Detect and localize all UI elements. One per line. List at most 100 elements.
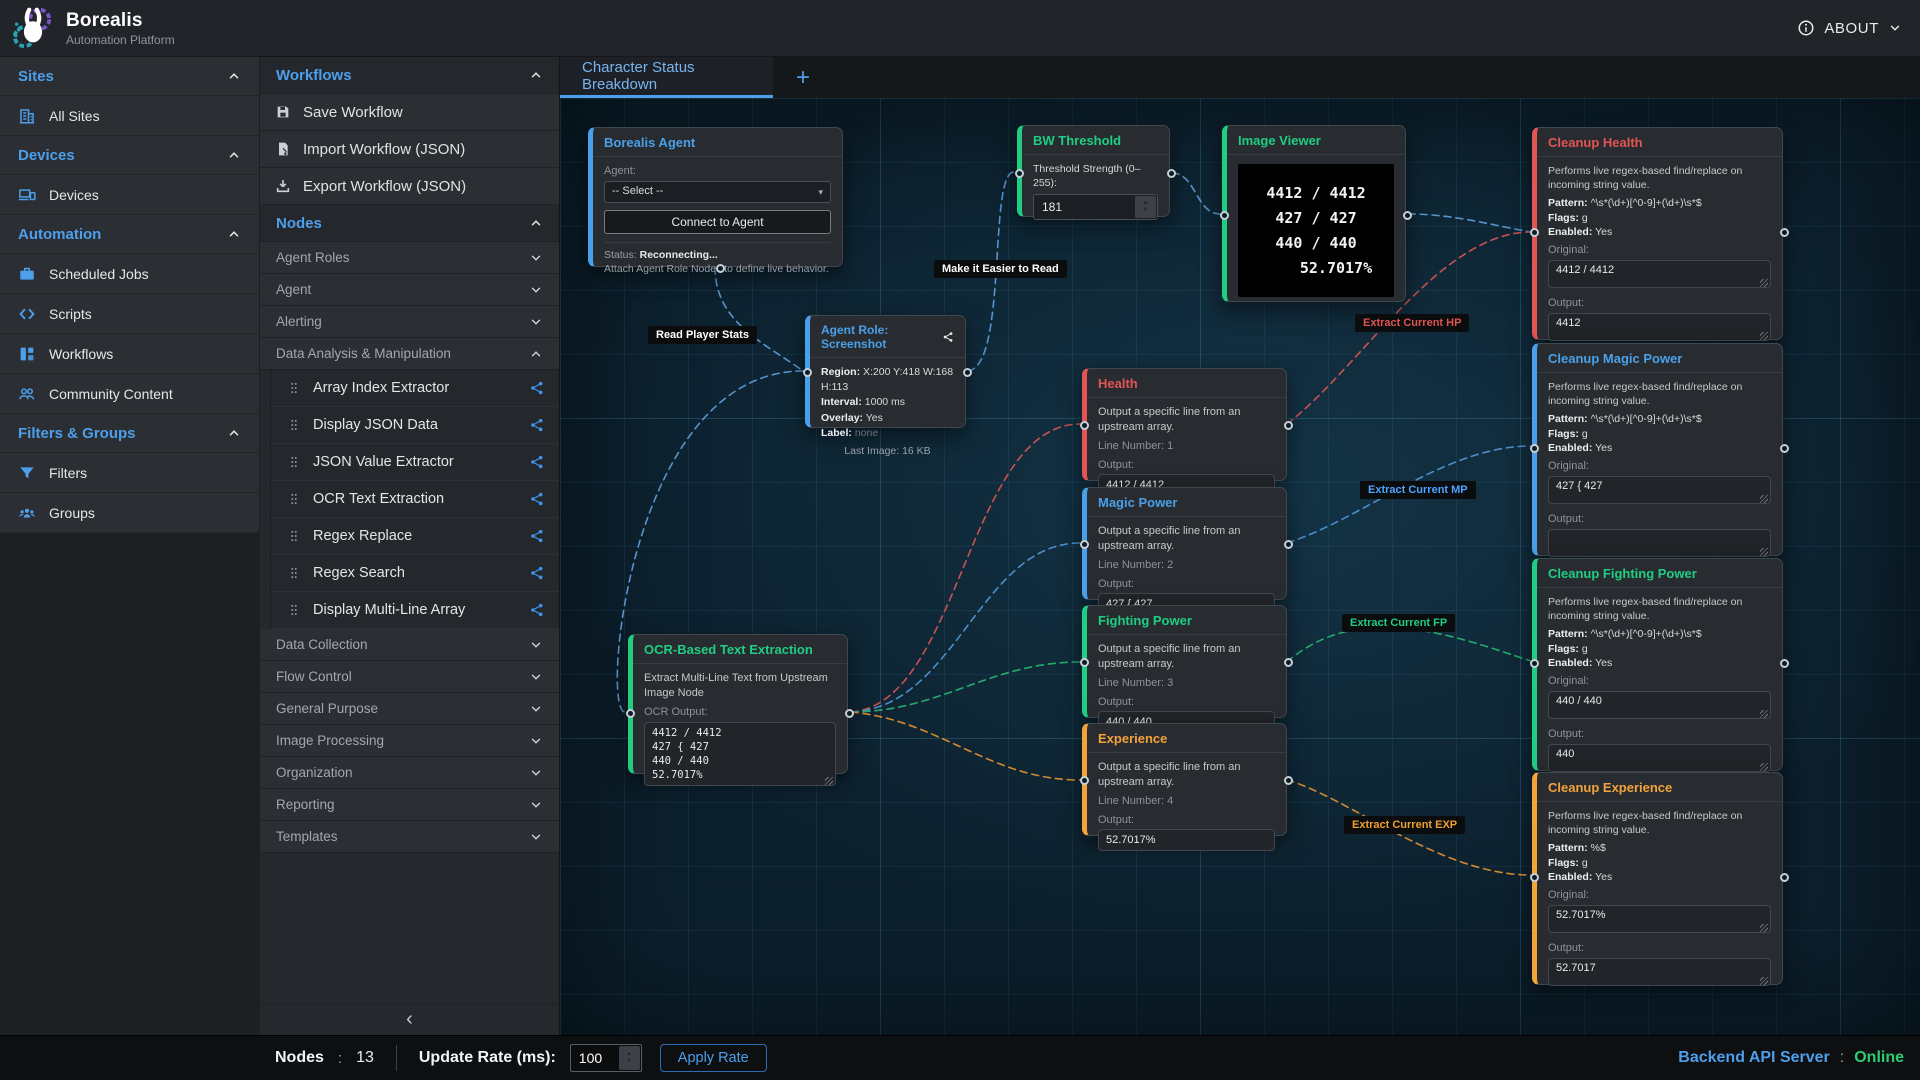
input-port[interactable]	[1530, 444, 1539, 453]
output-port[interactable]	[1167, 169, 1176, 178]
node-category-templates[interactable]: Templates	[260, 821, 559, 853]
output-port[interactable]	[1780, 444, 1789, 453]
input-port[interactable]	[1530, 659, 1539, 668]
node-magic-power[interactable]: Magic Power Output a specific line from …	[1082, 487, 1287, 600]
original-textarea[interactable]: 427 { 427	[1548, 476, 1771, 504]
drag-handle-icon[interactable]	[287, 381, 301, 395]
node-cleanup-experience[interactable]: Cleanup Experience Performs live regex-b…	[1532, 772, 1783, 985]
original-textarea[interactable]: 4412 / 4412	[1548, 260, 1771, 288]
output-port[interactable]	[716, 264, 725, 273]
node-health[interactable]: Health Output a specific line from an up…	[1082, 368, 1287, 481]
output-textarea[interactable]: 4412	[1548, 313, 1771, 341]
drag-handle-icon[interactable]	[287, 418, 301, 432]
input-port[interactable]	[626, 709, 635, 718]
node-agent-role-screenshot[interactable]: Agent Role: Screenshot Region: X:200 Y:4…	[805, 315, 966, 428]
node-image-viewer[interactable]: Image Viewer 4412 / 4412 427 / 427 440 /…	[1222, 125, 1406, 302]
original-textarea[interactable]: 52.7017%	[1548, 905, 1771, 933]
input-port[interactable]	[1530, 873, 1539, 882]
input-port[interactable]	[1220, 211, 1229, 220]
output-textarea[interactable]: 440	[1548, 744, 1771, 772]
tab-character-status-breakdown[interactable]: Character Status Breakdown	[560, 57, 773, 98]
output-textarea[interactable]	[1548, 529, 1771, 557]
resize-handle-icon[interactable]	[825, 777, 833, 785]
node-item-regex-replace[interactable]: Regex Replace	[271, 518, 559, 555]
drag-handle-icon[interactable]	[287, 455, 301, 469]
node-category-alerting[interactable]: Alerting	[260, 306, 559, 338]
sidebar-item-devices[interactable]: Devices	[0, 175, 259, 215]
output-value-input[interactable]	[1098, 829, 1275, 851]
node-ocr-text-extraction[interactable]: OCR-Based Text Extraction Extract Multi-…	[628, 634, 848, 774]
output-port[interactable]	[1403, 211, 1412, 220]
agent-select[interactable]: -- Select -- ▾	[604, 181, 831, 203]
resize-handle-icon[interactable]	[1760, 977, 1768, 985]
output-port[interactable]	[1780, 659, 1789, 668]
sidebar-section-automation[interactable]: Automation	[0, 215, 259, 254]
about-button[interactable]: ABOUT	[1797, 19, 1902, 37]
drag-handle-icon[interactable]	[287, 603, 301, 617]
drag-handle-icon[interactable]	[287, 492, 301, 506]
output-port[interactable]	[963, 368, 972, 377]
resize-handle-icon[interactable]	[1760, 710, 1768, 718]
import-workflow-button[interactable]: Import Workflow (JSON)	[260, 131, 559, 168]
spinner-buttons[interactable]: ▲▼	[1135, 196, 1156, 218]
sidebar-item-community-content[interactable]: Community Content	[0, 374, 259, 414]
spinner-buttons[interactable]: ▲▼	[619, 1046, 640, 1070]
node-item-ocr-text-extraction[interactable]: OCR Text Extraction	[271, 481, 559, 518]
node-item-json-value-extractor[interactable]: JSON Value Extractor	[271, 444, 559, 481]
output-port[interactable]	[845, 709, 854, 718]
panel-collapse-button[interactable]: ‹	[260, 1003, 559, 1035]
output-textarea[interactable]: 52.7017	[1548, 958, 1771, 986]
input-port[interactable]	[803, 368, 812, 377]
share-icon[interactable]	[942, 330, 954, 344]
node-item-array-index-extractor[interactable]: Array Index Extractor	[271, 370, 559, 407]
node-experience[interactable]: Experience Output a specific line from a…	[1082, 723, 1287, 836]
resize-handle-icon[interactable]	[1760, 924, 1768, 932]
sidebar-item-all-sites[interactable]: All Sites	[0, 96, 259, 136]
node-category-agent[interactable]: Agent	[260, 274, 559, 306]
resize-handle-icon[interactable]	[1760, 763, 1768, 771]
add-tab-button[interactable]: +	[773, 57, 833, 98]
input-port[interactable]	[1530, 228, 1539, 237]
sidebar-section-devices[interactable]: Devices	[0, 136, 259, 175]
sidebar-item-groups[interactable]: Groups	[0, 493, 259, 533]
node-category-reporting[interactable]: Reporting	[260, 789, 559, 821]
save-workflow-button[interactable]: Save Workflow	[260, 94, 559, 131]
workflows-panel-header[interactable]: Workflows	[260, 57, 559, 94]
node-category-image-processing[interactable]: Image Processing	[260, 725, 559, 757]
input-port[interactable]	[1080, 540, 1089, 549]
sidebar-section-filters-groups[interactable]: Filters & Groups	[0, 414, 259, 453]
node-fighting-power[interactable]: Fighting Power Output a specific line fr…	[1082, 605, 1287, 718]
node-bw-threshold[interactable]: BW Threshold Threshold Strength (0–255):…	[1017, 125, 1170, 217]
output-port[interactable]	[1284, 540, 1293, 549]
output-port[interactable]	[1284, 421, 1293, 430]
input-port[interactable]	[1080, 658, 1089, 667]
node-cleanup-fighting-power[interactable]: Cleanup Fighting Power Performs live reg…	[1532, 558, 1783, 771]
ocr-output-textarea[interactable]: 4412 / 4412 427 { 427 440 / 440 52.7017%	[644, 722, 836, 786]
resize-handle-icon[interactable]	[1760, 548, 1768, 556]
original-textarea[interactable]: 440 / 440	[1548, 691, 1771, 719]
input-port[interactable]	[1080, 421, 1089, 430]
node-cleanup-health[interactable]: Cleanup Health Performs live regex-based…	[1532, 127, 1783, 340]
input-port[interactable]	[1015, 169, 1024, 178]
output-port[interactable]	[1284, 776, 1293, 785]
nodes-panel-header[interactable]: Nodes	[260, 205, 559, 242]
node-category-agent-roles[interactable]: Agent Roles	[260, 242, 559, 274]
resize-handle-icon[interactable]	[1760, 279, 1768, 287]
output-port[interactable]	[1780, 228, 1789, 237]
connect-to-agent-button[interactable]: Connect to Agent	[604, 210, 831, 234]
input-port[interactable]	[1080, 776, 1089, 785]
node-category-data-collection[interactable]: Data Collection	[260, 629, 559, 661]
node-item-regex-search[interactable]: Regex Search	[271, 555, 559, 592]
sidebar-item-scheduled-jobs[interactable]: Scheduled Jobs	[0, 254, 259, 294]
node-item-display-json-data[interactable]: Display JSON Data	[271, 407, 559, 444]
resize-handle-icon[interactable]	[1760, 332, 1768, 340]
workflow-canvas[interactable]: Read Player Stats Make it Easier to Read…	[560, 98, 1920, 1035]
sidebar-item-filters[interactable]: Filters	[0, 453, 259, 493]
node-category-data-analysis[interactable]: Data Analysis & Manipulation	[260, 338, 559, 370]
node-category-organization[interactable]: Organization	[260, 757, 559, 789]
node-category-general-purpose[interactable]: General Purpose	[260, 693, 559, 725]
sidebar-item-workflows[interactable]: Workflows	[0, 334, 259, 374]
export-workflow-button[interactable]: Export Workflow (JSON)	[260, 168, 559, 205]
output-port[interactable]	[1780, 873, 1789, 882]
apply-rate-button[interactable]: Apply Rate	[660, 1044, 767, 1072]
